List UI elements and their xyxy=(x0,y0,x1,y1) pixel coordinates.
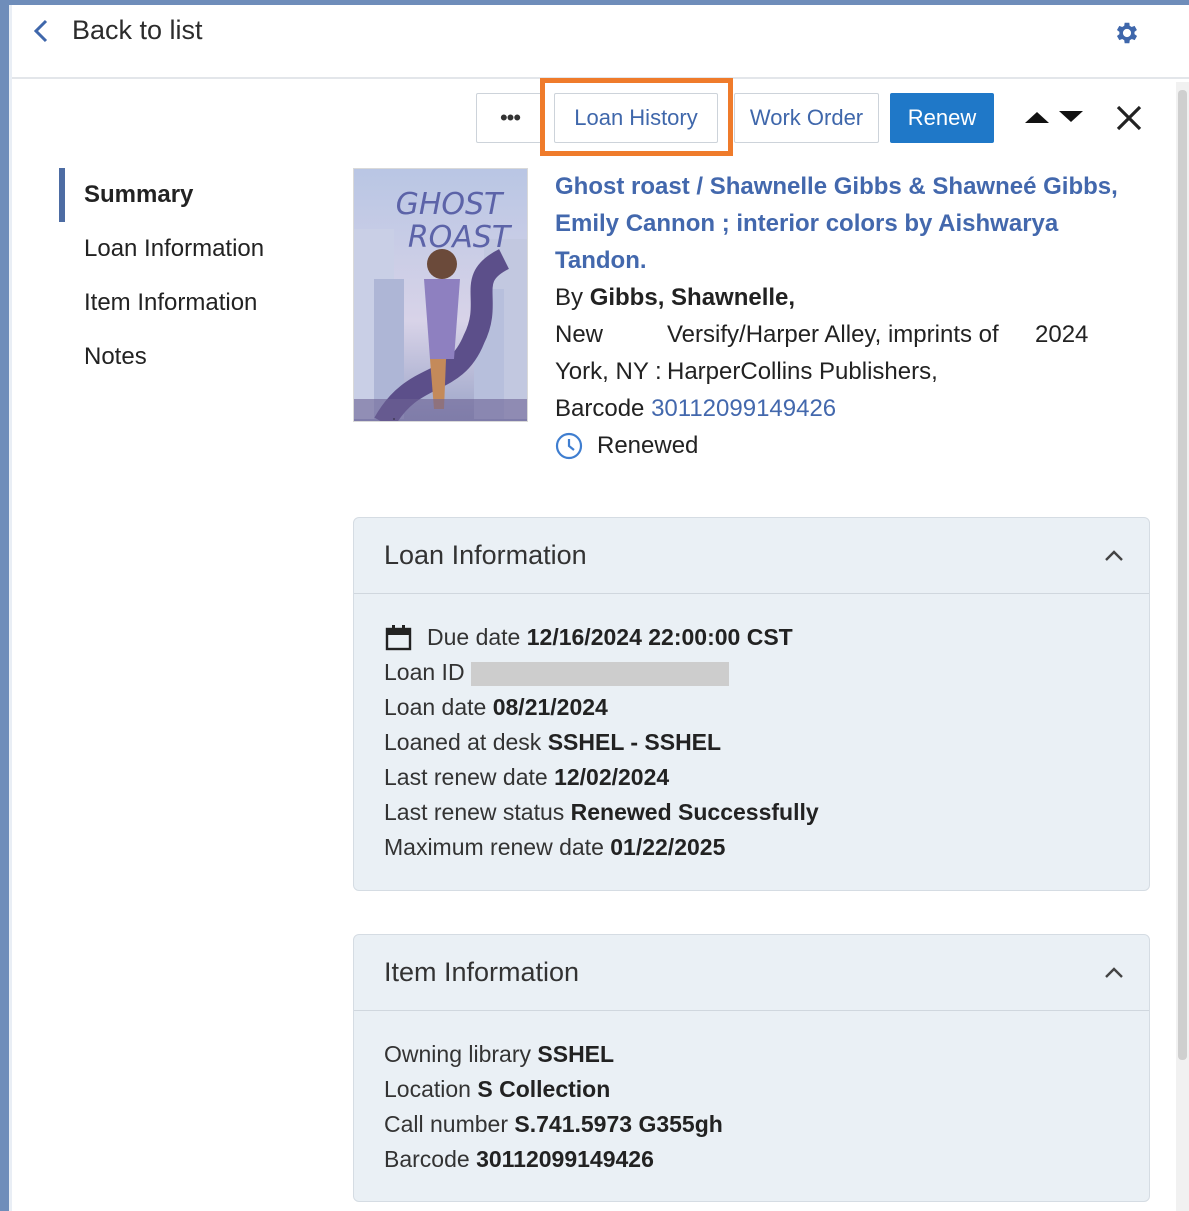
loan-information-body: Due date 12/16/2024 22:00:00 CST Loan ID… xyxy=(354,594,1149,865)
item-barcode-label: Barcode xyxy=(384,1146,470,1172)
publication-row: New York, NY : Versify/Harper Alley, imp… xyxy=(555,316,1155,390)
window-frame-left xyxy=(0,0,9,1211)
item-information-title: Item Information xyxy=(384,957,580,987)
calendar-icon xyxy=(385,624,412,650)
publication-place-line1: New xyxy=(555,321,604,348)
item-information-panel: Item Information Owning library SSHEL Lo… xyxy=(353,934,1150,1202)
title-link-line2[interactable]: Emily Cannon ; interior colors by Aishwa… xyxy=(555,205,1155,279)
book-cover-image: GHOST ROAST xyxy=(353,168,528,422)
call-number-value: S.741.5973 G355gh xyxy=(514,1111,723,1137)
item-barcode-row: Barcode 30112099149426 xyxy=(384,1142,1119,1177)
max-renew-date-label: Maximum renew date xyxy=(384,834,604,860)
chevron-up-icon[interactable] xyxy=(1103,966,1125,980)
item-information-body: Owning library SSHEL Location S Collecti… xyxy=(354,1011,1149,1177)
publication-year: 2024 xyxy=(1035,321,1089,348)
back-to-list-label: Back to list xyxy=(72,15,203,45)
item-barcode-value: 30112099149426 xyxy=(476,1146,654,1172)
author-name: Gibbs, Shawnelle, xyxy=(589,284,796,311)
section-navigation: Summary Loan Information Item Informatio… xyxy=(59,168,264,384)
close-icon[interactable] xyxy=(1114,103,1144,133)
last-renew-status-value: Renewed Successfully xyxy=(570,799,819,825)
barcode-row: Barcode 30112099149426 xyxy=(555,390,1155,427)
publisher: Versify/Harper Alley, imprints of Harper… xyxy=(667,316,1035,390)
title-link-line1[interactable]: Ghost roast / Shawnelle Gibbs & Shawneé … xyxy=(555,168,1155,205)
summary-section: Ghost roast / Shawnelle Gibbs & Shawneé … xyxy=(555,168,1155,464)
due-date-row: Due date 12/16/2024 22:00:00 CST xyxy=(384,620,1119,655)
barcode-link[interactable]: 30112099149426 xyxy=(651,395,836,422)
chevron-up-icon[interactable] xyxy=(1103,549,1125,563)
scrollbar[interactable] xyxy=(1176,82,1189,1211)
call-number-row: Call number S.741.5973 G355gh xyxy=(384,1107,1119,1142)
window-frame-edge xyxy=(9,5,12,1211)
clock-icon xyxy=(555,432,583,459)
gear-icon[interactable] xyxy=(1113,19,1141,47)
chevron-left-icon xyxy=(33,19,48,42)
owning-library-value: SSHEL xyxy=(537,1041,615,1067)
loan-id-label: Loan ID xyxy=(384,659,465,685)
max-renew-date-row: Maximum renew date 01/22/2025 xyxy=(384,830,1119,865)
location-row: Location S Collection xyxy=(384,1072,1119,1107)
loan-history-button[interactable]: Loan History xyxy=(554,93,718,143)
last-renew-status-label: Last renew status xyxy=(384,799,565,825)
loan-information-panel: Loan Information Due date 12/16/2024 22:… xyxy=(353,517,1150,891)
last-renew-date-label: Last renew date xyxy=(384,764,548,790)
sidenav-item-loan-information[interactable]: Loan Information xyxy=(59,222,264,276)
work-order-button[interactable]: Work Order xyxy=(734,93,879,143)
owning-library-label: Owning library xyxy=(384,1041,531,1067)
location-value: S Collection xyxy=(477,1076,611,1102)
status-row: Renewed xyxy=(555,427,1155,464)
barcode-prefix: Barcode xyxy=(555,395,645,422)
back-to-list-link[interactable]: Back to list xyxy=(32,15,203,46)
header-bar: Back to list xyxy=(12,5,1189,79)
renew-button[interactable]: Renew xyxy=(890,93,994,143)
publisher-line2: HarperCollins Publishers, xyxy=(667,358,938,385)
max-renew-date-value: 01/22/2025 xyxy=(610,834,726,860)
last-renew-status-row: Last renew status Renewed Successfully xyxy=(384,795,1119,830)
arrow-down-icon[interactable] xyxy=(1058,106,1084,128)
loan-information-title: Loan Information xyxy=(384,540,587,570)
publisher-line1: Versify/Harper Alley, imprints of xyxy=(667,321,999,348)
cover-title-line2: ROAST xyxy=(408,220,513,255)
item-information-header[interactable]: Item Information xyxy=(354,935,1149,1011)
owning-library-row: Owning library SSHEL xyxy=(384,1037,1119,1072)
loan-desk-label: Loaned at desk xyxy=(384,729,542,755)
call-number-label: Call number xyxy=(384,1111,508,1137)
sidenav-item-notes[interactable]: Notes xyxy=(59,330,264,384)
scrollbar-thumb[interactable] xyxy=(1178,90,1187,1060)
loan-date-value: 08/21/2024 xyxy=(492,694,608,720)
author-prefix: By xyxy=(555,284,584,311)
loan-information-header[interactable]: Loan Information xyxy=(354,518,1149,594)
publication-place-line2: York, NY : xyxy=(555,358,662,385)
loan-date-label: Loan date xyxy=(384,694,487,720)
action-toolbar: ••• Loan History Work Order Renew xyxy=(476,78,1142,156)
sidenav-item-summary[interactable]: Summary xyxy=(59,168,264,222)
last-renew-date-value: 12/02/2024 xyxy=(554,764,670,790)
loan-desk-value: SSHEL - SSHEL xyxy=(547,729,722,755)
more-actions-button[interactable]: ••• xyxy=(476,93,544,143)
sidenav-item-item-information[interactable]: Item Information xyxy=(59,276,264,330)
loan-id-redacted xyxy=(470,661,729,686)
loan-id-row: Loan ID xyxy=(384,655,1119,690)
author-row: By Gibbs, Shawnelle, xyxy=(555,279,1155,316)
publication-place: New York, NY : xyxy=(555,316,667,390)
loan-desk-row: Loaned at desk SSHEL - SSHEL xyxy=(384,725,1119,760)
last-renew-date-row: Last renew date 12/02/2024 xyxy=(384,760,1119,795)
status-text: Renewed xyxy=(597,432,699,459)
loan-date-row: Loan date 08/21/2024 xyxy=(384,690,1119,725)
due-date-label: Due date xyxy=(427,624,521,650)
due-date-value: 12/16/2024 22:00:00 CST xyxy=(526,624,793,650)
arrow-up-icon[interactable] xyxy=(1024,106,1050,128)
cover-title-line1: GHOST xyxy=(396,187,505,222)
location-label: Location xyxy=(384,1076,471,1102)
record-navigation xyxy=(1024,106,1084,128)
